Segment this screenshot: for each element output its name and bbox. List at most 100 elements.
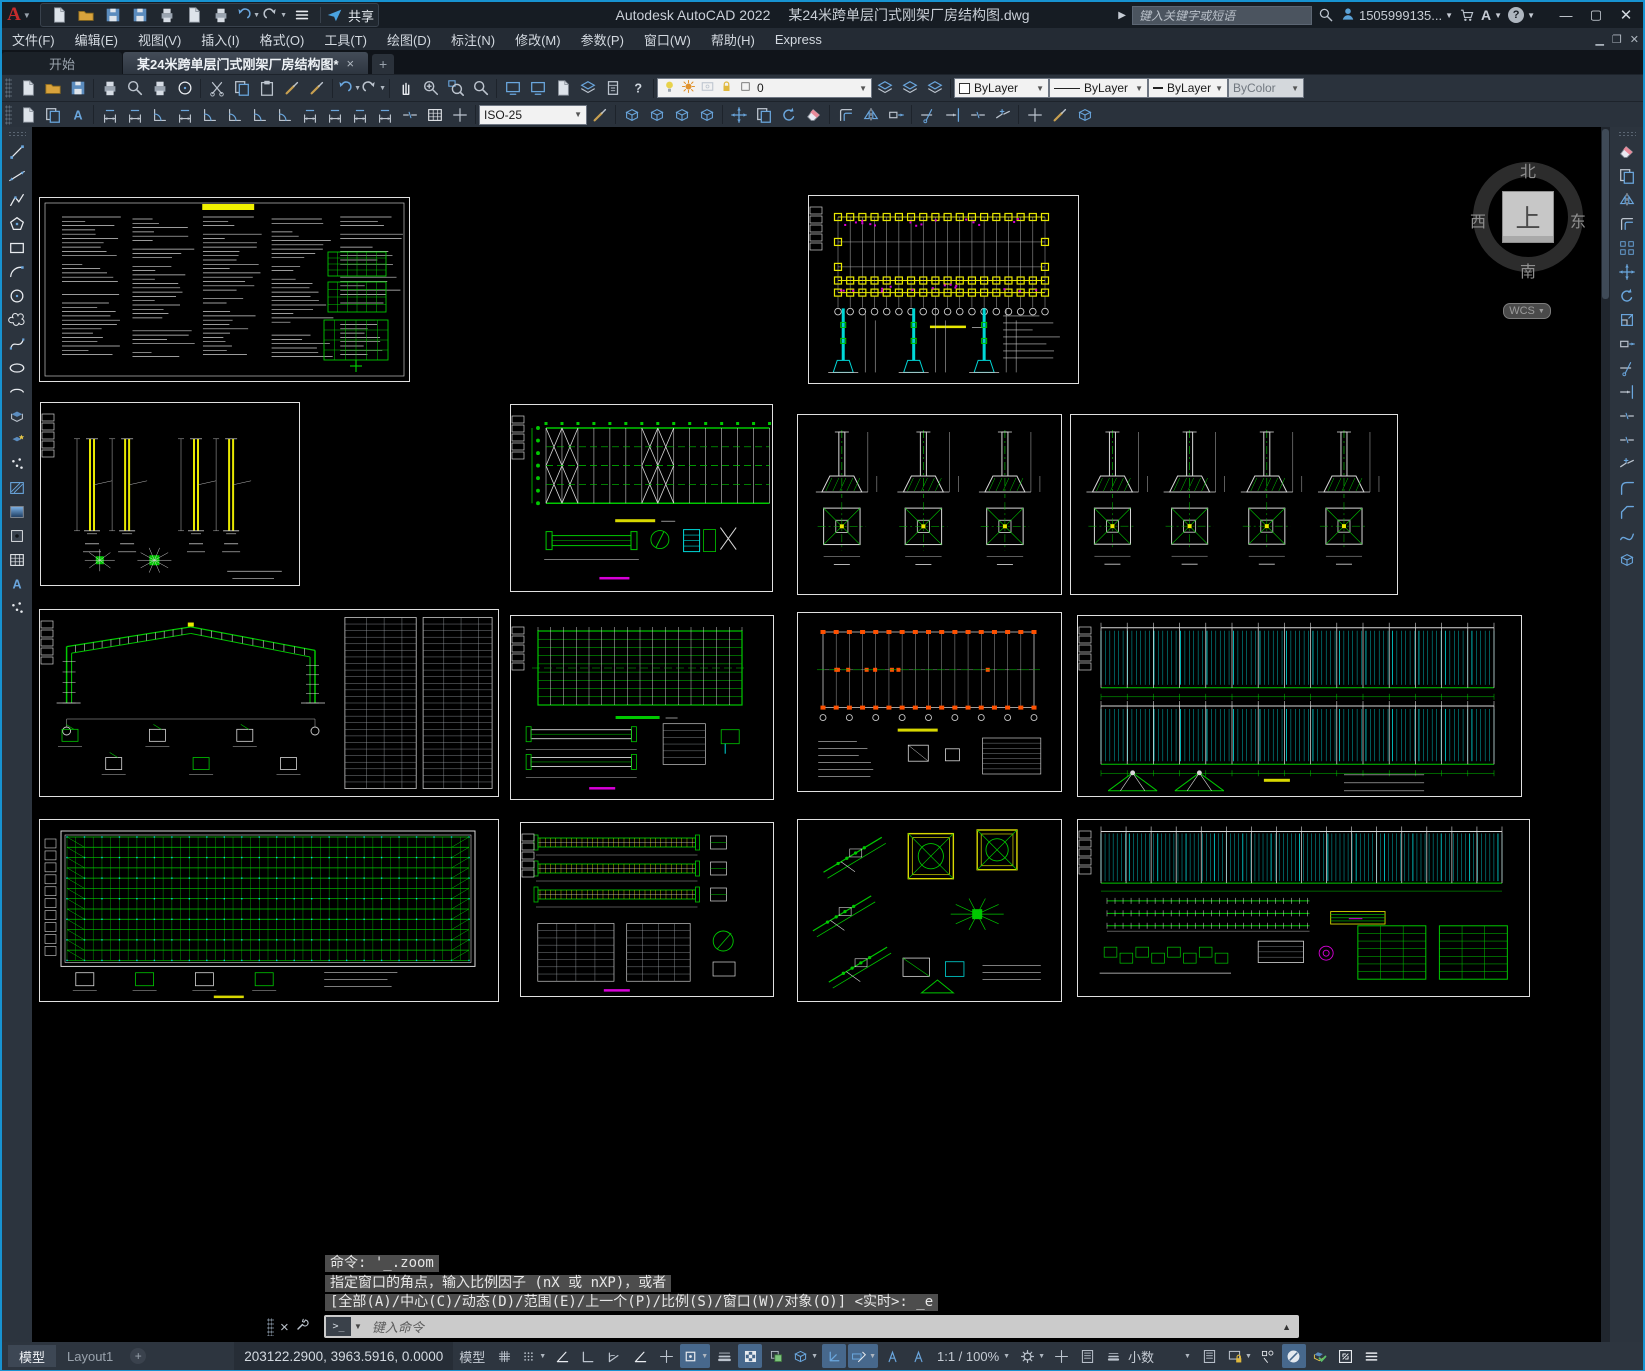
menu-dimension[interactable]: 标注(N) [441, 28, 505, 50]
dim-angular-icon[interactable] [272, 103, 297, 126]
maximize-button[interactable]: ▢ [1581, 3, 1611, 27]
stretch-icon[interactable] [883, 103, 908, 126]
dim-continue-icon[interactable] [347, 103, 372, 126]
isometric-drafting-toggle[interactable] [628, 1344, 652, 1368]
plot-icon[interactable] [97, 77, 122, 100]
qtransfer-icon[interactable] [181, 4, 206, 27]
customization-toggle[interactable] [1360, 1344, 1384, 1368]
close-button[interactable]: ✕ [1611, 3, 1641, 27]
infer-constraints-toggle[interactable] [550, 1344, 574, 1368]
chamfer-icon[interactable] [1614, 500, 1640, 524]
model-space-button[interactable]: 模型 [453, 1347, 491, 1366]
polar-tracking-toggle[interactable] [602, 1344, 626, 1368]
menu-modify[interactable]: 修改(M) [505, 28, 571, 50]
snap-mode-toggle[interactable]: ▼ [518, 1344, 548, 1368]
rectangle-icon[interactable] [4, 236, 30, 260]
ortho-mode-toggle[interactable] [576, 1344, 600, 1368]
grid-display-toggle[interactable] [492, 1344, 516, 1368]
dim-space-icon[interactable] [372, 103, 397, 126]
menu-insert[interactable]: 插入(I) [191, 28, 249, 50]
qsave-as-icon[interactable] [127, 4, 152, 27]
app-store-icon[interactable] [1459, 7, 1475, 23]
copy-clip-icon[interactable] [229, 77, 254, 100]
hardware-acceleration-toggle[interactable] [1281, 1344, 1306, 1368]
delete-icon[interactable] [801, 103, 826, 126]
blend-curves-icon[interactable] [1614, 524, 1640, 548]
qredo-icon[interactable]: ▼ [262, 4, 287, 27]
subtract-icon[interactable] [644, 103, 669, 126]
intersect-icon[interactable] [669, 103, 694, 126]
break-icon[interactable] [1614, 428, 1640, 452]
fillet-icon[interactable] [1614, 476, 1640, 500]
make-object-layer-current-icon[interactable] [872, 77, 897, 100]
app-menu-button[interactable]: A ▼ [2, 3, 36, 27]
toolbar-grip[interactable] [1617, 131, 1636, 137]
command-tools-icon[interactable] [295, 1317, 310, 1337]
point-style-icon[interactable] [4, 596, 30, 620]
qsave-icon[interactable] [100, 4, 125, 27]
extend-icon[interactable] [940, 103, 965, 126]
crosshair-tooltip-toggle[interactable] [1049, 1344, 1073, 1368]
construction-line-icon[interactable] [4, 164, 30, 188]
region-icon[interactable] [4, 524, 30, 548]
menu-window[interactable]: 窗口(W) [634, 28, 701, 50]
move-icon[interactable] [726, 103, 751, 126]
tool-palettes-icon[interactable] [575, 77, 600, 100]
spline-icon[interactable] [4, 332, 30, 356]
layer-control-dropdown[interactable]: 0 ▼ [657, 78, 872, 98]
multiple-points-icon[interactable] [4, 452, 30, 476]
quick-properties-toggle[interactable] [1198, 1344, 1222, 1368]
vertical-scrollbar[interactable] [1601, 127, 1610, 1342]
explode-icon[interactable] [694, 103, 719, 126]
layout-tab-model[interactable]: 模型 [8, 1345, 57, 1367]
break-at-point-icon[interactable] [1614, 404, 1640, 428]
gradient-icon[interactable] [4, 500, 30, 524]
cut-icon[interactable] [204, 77, 229, 100]
sheet-set-icon[interactable] [550, 77, 575, 100]
qundo-icon[interactable]: ▼ [235, 4, 260, 27]
edit-attribute-icon[interactable]: A [65, 103, 90, 126]
qat-more-icon[interactable] [289, 4, 314, 27]
lineweight-control-dropdown[interactable]: ByLayer ▼ [1148, 78, 1228, 98]
command-expand-icon[interactable]: ▲ [1282, 1322, 1291, 1332]
new-drawing-tab-button[interactable]: + [372, 54, 395, 74]
doc-minimize-button[interactable]: ▁ [1595, 33, 1603, 46]
redo-icon[interactable]: ▼ [361, 77, 386, 100]
share-button[interactable]: 共享 [326, 6, 374, 25]
menu-edit[interactable]: 编辑(E) [65, 28, 128, 50]
web-icon[interactable] [172, 77, 197, 100]
help-menu-button[interactable]: ? ▼ [1508, 7, 1535, 23]
new-layout-button[interactable]: + [130, 1348, 147, 1364]
layout-tab-layout1[interactable]: Layout1 [56, 1345, 124, 1367]
layer-match-icon[interactable] [922, 77, 947, 100]
menu-tools[interactable]: 工具(T) [314, 28, 377, 50]
object-snap-toggle[interactable]: ▼ [680, 1344, 711, 1368]
box-icon[interactable] [1614, 548, 1640, 572]
qopen-icon[interactable] [73, 4, 98, 27]
dim-arc-length-icon[interactable] [147, 103, 172, 126]
line-icon[interactable] [4, 140, 30, 164]
break-icon[interactable] [965, 103, 990, 126]
command-prompt-icon[interactable]: >_ [326, 1317, 351, 1336]
polygon-icon[interactable] [4, 212, 30, 236]
search-input[interactable]: 键入关键字或短语 [1131, 5, 1312, 25]
signin-button[interactable]: 1505999135... ▼ [1340, 6, 1453, 25]
mirror-icon[interactable] [1614, 188, 1640, 212]
graphics-performance-toggle[interactable] [1308, 1344, 1332, 1368]
ellipse-icon[interactable] [4, 356, 30, 380]
dim-update-icon[interactable] [587, 103, 612, 126]
separate-icon[interactable] [1072, 103, 1097, 126]
trim-icon[interactable] [915, 103, 940, 126]
zoom-realtime-icon[interactable] [418, 77, 443, 100]
table-icon[interactable] [4, 548, 30, 572]
trim-icon[interactable] [1614, 356, 1640, 380]
help-icon[interactable]: ? [625, 77, 650, 100]
zoom-previous-icon[interactable] [468, 77, 493, 100]
mirror-icon[interactable] [858, 103, 883, 126]
save-icon[interactable] [65, 77, 90, 100]
insert-block-icon[interactable] [4, 404, 30, 428]
extend-icon[interactable] [1614, 380, 1640, 404]
tab-current-drawing[interactable]: 某24米跨单层门式刚架厂房结构图* × [123, 52, 369, 74]
command-window-grip[interactable] [267, 1318, 274, 1336]
dim-aligned-icon[interactable] [122, 103, 147, 126]
